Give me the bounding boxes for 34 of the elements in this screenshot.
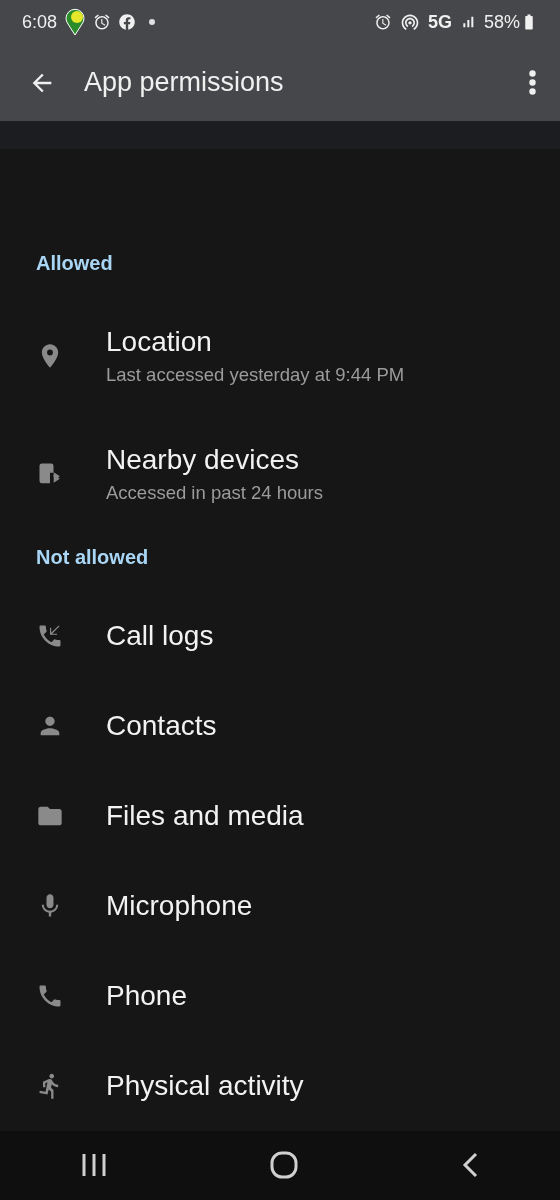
permission-title: Contacts — [106, 709, 217, 742]
permission-title: Phone — [106, 979, 187, 1012]
permission-item[interactable]: Physical activity — [0, 1040, 560, 1131]
battery-percent: 58% — [483, 11, 520, 33]
alarm-icon — [93, 13, 112, 31]
permission-item[interactable]: Phone — [0, 950, 560, 1041]
home-icon — [270, 1151, 298, 1180]
chevron-left-icon — [460, 1152, 479, 1179]
map-pin-icon — [65, 8, 86, 36]
section-header: Not allowed — [35, 545, 150, 571]
permission-subtitle: Accessed in past 24 hours — [106, 481, 323, 504]
more-options-icon — [529, 70, 536, 95]
alarm-icon — [373, 13, 392, 31]
status-time: 6:08 — [22, 11, 58, 33]
permission-title: Microphone — [106, 889, 253, 922]
permission-item[interactable]: Files and media — [0, 770, 560, 861]
section-header: Allowed — [35, 251, 114, 277]
permission-title: Nearby devices — [106, 443, 300, 476]
permission-item[interactable]: Microphone — [0, 860, 560, 951]
notification-dot-icon — [149, 19, 156, 25]
screen-title: App permissions — [84, 67, 285, 98]
permission-item[interactable]: Contacts — [0, 680, 560, 771]
permission-title: Call logs — [106, 619, 214, 652]
permission-item[interactable]: Location Last accessed yesterday at 9:44 PM — [0, 296, 560, 415]
permission-title: Physical activity — [106, 1069, 304, 1102]
permission-item[interactable]: Nearby devices Accessed in past 24 hours — [0, 414, 560, 533]
network-type: 5G — [427, 11, 452, 33]
permission-item[interactable]: Call logs — [0, 590, 560, 681]
hotspot-icon — [399, 12, 420, 32]
facebook-icon — [119, 14, 136, 30]
permission-subtitle: Last accessed yesterday at 9:44 PM — [106, 363, 405, 386]
permission-title: Files and media — [106, 799, 304, 832]
recent-apps-icon — [81, 1153, 108, 1178]
permission-title: Location — [106, 325, 213, 358]
